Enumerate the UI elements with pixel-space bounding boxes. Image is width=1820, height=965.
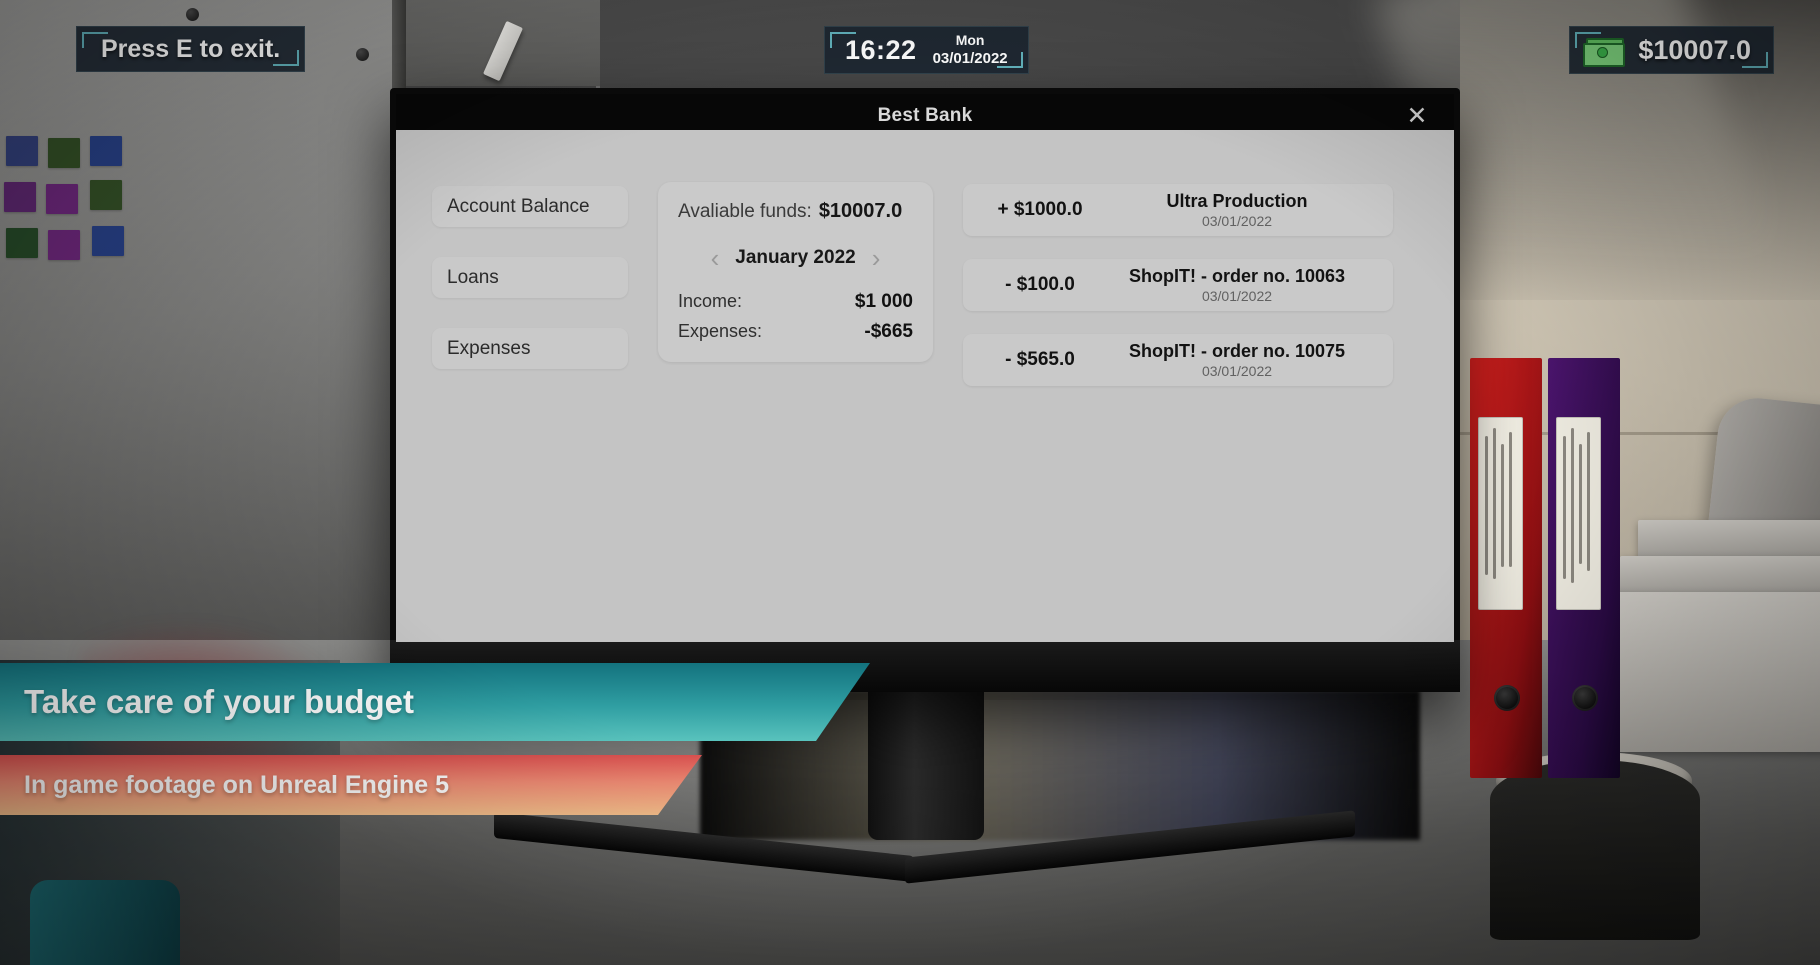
hud-corner-icon xyxy=(996,52,1023,68)
transaction-description: Ultra Production xyxy=(1166,191,1308,212)
screen-surface: Account Balance Loans Expenses Avaliable… xyxy=(396,130,1454,642)
transaction-list: + $1000.0 Ultra Production 03/01/2022 - … xyxy=(963,182,1393,642)
binder-ring xyxy=(1572,684,1599,711)
storage-box xyxy=(1638,520,1820,560)
promo-banner-primary: Take care of your budget xyxy=(0,663,870,741)
money-bill-icon xyxy=(1583,38,1626,67)
exit-prompt-hud: Press E to exit. xyxy=(76,26,306,72)
available-funds-label: Avaliable funds: xyxy=(678,201,812,222)
binder-label xyxy=(1477,416,1523,610)
transaction-date: 03/01/2022 xyxy=(1201,362,1273,379)
sticky-note-grid xyxy=(4,136,126,260)
binder-purple xyxy=(1548,358,1620,778)
clock-hud: 16:22 Mon 03/01/2022 xyxy=(824,26,1029,74)
chevron-left-icon[interactable]: ‹ xyxy=(711,245,720,271)
hud-corner-icon xyxy=(273,50,300,66)
account-summary-card: Avaliable funds: $10007.0 ‹ January 2022… xyxy=(658,182,933,362)
available-funds-row: Avaliable funds: $10007.0 xyxy=(678,200,913,223)
transaction-info: ShopIT! - order no. 10075 03/01/2022 xyxy=(1099,341,1375,379)
transaction-row[interactable]: + $1000.0 Ultra Production 03/01/2022 xyxy=(963,184,1393,236)
sticky-note xyxy=(48,138,80,168)
whiteboard-wall-left xyxy=(0,0,400,700)
sidebar-item-label: Expenses xyxy=(447,337,531,359)
transaction-description: ShopIT! - order no. 10075 xyxy=(1128,341,1346,362)
game-scene: Best Bank ✕ Account Balance Loans Expens… xyxy=(0,0,1820,965)
transaction-info: ShopIT! - order no. 10063 03/01/2022 xyxy=(1099,266,1375,304)
transaction-amount: - $565.0 xyxy=(1005,349,1075,370)
transaction-date: 03/01/2022 xyxy=(1201,212,1273,229)
promo-banner-secondary: In game footage on Unreal Engine 5 xyxy=(0,755,702,815)
sidebar-item-label: Loans xyxy=(447,266,499,288)
sticky-note xyxy=(4,182,36,212)
transaction-amount: - $100.0 xyxy=(1005,274,1075,295)
transaction-amount: + $1000.0 xyxy=(997,199,1083,220)
available-funds-value: $10007.0 xyxy=(818,200,903,222)
storage-box xyxy=(1600,592,1820,752)
sidebar-item-loans[interactable]: Loans xyxy=(432,257,628,298)
chevron-right-icon[interactable]: › xyxy=(872,245,881,271)
sticky-note xyxy=(90,136,122,166)
sticky-note xyxy=(48,230,80,260)
waste-bin xyxy=(1490,760,1700,940)
wall-pin xyxy=(356,48,369,61)
sidebar-item-label: Account Balance xyxy=(447,195,590,217)
window-title: Best Bank xyxy=(877,105,973,126)
transaction-row[interactable]: - $100.0 ShopIT! - order no. 10063 03/01… xyxy=(963,259,1393,311)
promo-banner-secondary-text: In game footage on Unreal Engine 5 xyxy=(24,770,450,799)
income-value: $1 000 xyxy=(854,291,913,312)
storage-box xyxy=(1620,556,1820,596)
exit-prompt-text: Press E to exit. xyxy=(101,34,281,63)
transaction-row[interactable]: - $565.0 ShopIT! - order no. 10075 03/01… xyxy=(963,334,1393,386)
expenses-row: Expenses: -$665 xyxy=(678,321,913,343)
expenses-value: -$665 xyxy=(864,321,913,342)
sticky-note xyxy=(92,226,124,256)
bank-app-body: Account Balance Loans Expenses Avaliable… xyxy=(396,130,1454,642)
sticky-note xyxy=(90,180,122,210)
wall-pin xyxy=(186,8,199,21)
hud-corner-icon xyxy=(1742,52,1768,68)
transaction-info: Ultra Production 03/01/2022 xyxy=(1099,191,1375,229)
income-row: Income: $1 000 xyxy=(678,291,913,313)
expenses-label: Expenses: xyxy=(678,321,763,341)
hud-corner-icon xyxy=(82,32,108,48)
computer-monitor: Best Bank ✕ Account Balance Loans Expens… xyxy=(390,88,1460,692)
month-navigator: ‹ January 2022 › xyxy=(678,245,913,271)
clock-day-of-week: Mon xyxy=(955,32,985,49)
transaction-date: 03/01/2022 xyxy=(1201,287,1273,304)
sticky-note xyxy=(6,228,38,258)
desk-cup xyxy=(30,880,180,965)
income-label: Income: xyxy=(678,291,743,311)
sticky-note xyxy=(46,184,78,214)
promo-banner-primary-text: Take care of your budget xyxy=(24,683,414,720)
hud-corner-icon xyxy=(830,32,856,48)
sticky-note xyxy=(6,136,38,166)
sidebar-item-account-balance[interactable]: Account Balance xyxy=(432,186,628,227)
bank-sidebar: Account Balance Loans Expenses xyxy=(432,182,628,642)
transaction-description: ShopIT! - order no. 10063 xyxy=(1128,266,1346,287)
close-icon[interactable]: ✕ xyxy=(1402,101,1432,131)
sidebar-item-expenses[interactable]: Expenses xyxy=(432,328,628,369)
binder-red xyxy=(1470,358,1542,778)
binder-label xyxy=(1555,416,1601,610)
monitor-neck xyxy=(868,680,984,840)
money-hud: $10007.0 xyxy=(1569,26,1774,74)
money-amount: $10007.0 xyxy=(1638,34,1751,65)
binder-ring xyxy=(1494,684,1521,711)
current-month-label: January 2022 xyxy=(735,247,856,268)
